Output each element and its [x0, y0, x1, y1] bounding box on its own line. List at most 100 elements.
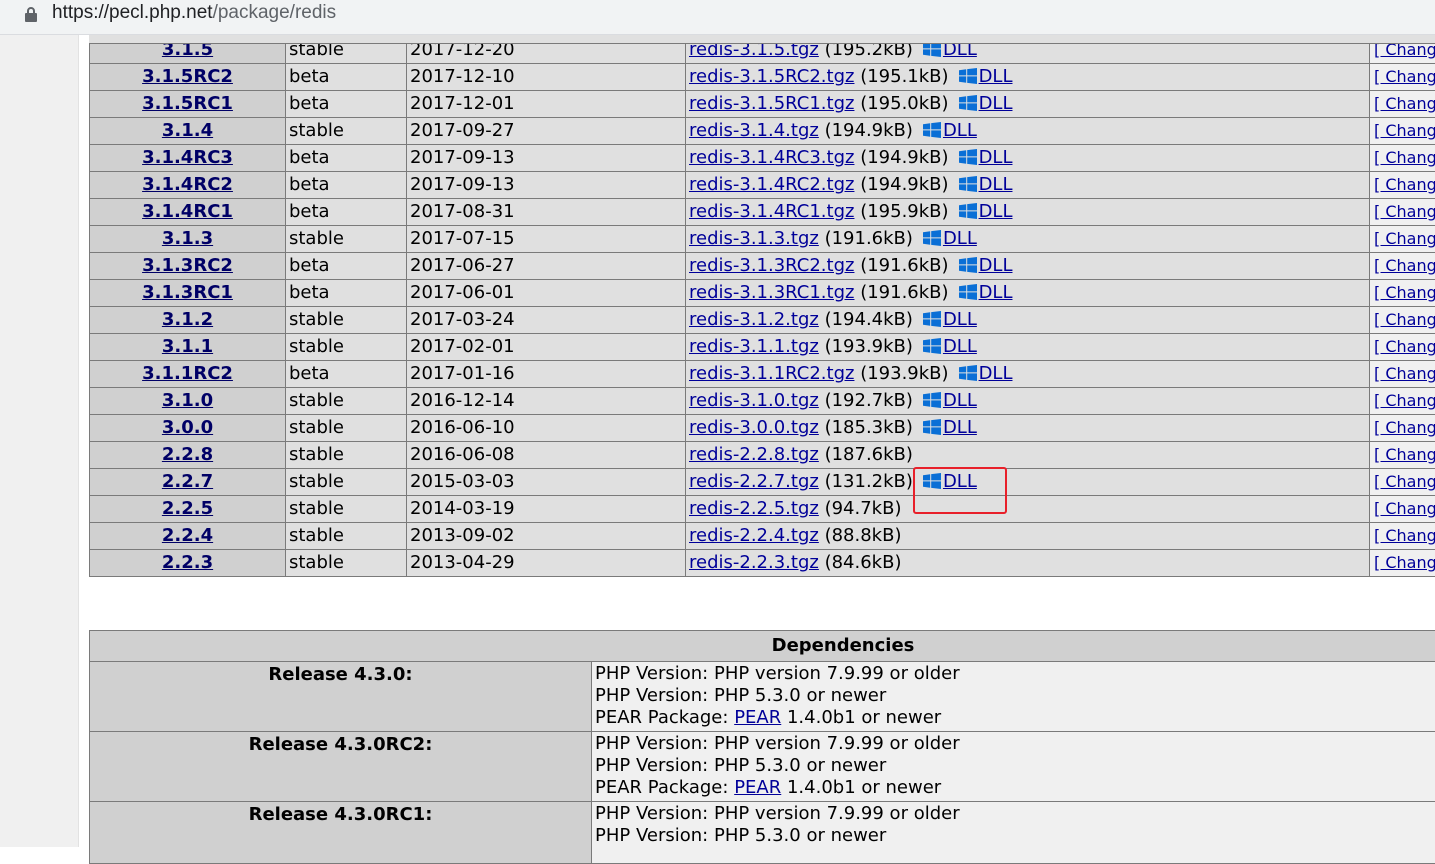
version-cell: 2.2.5 [90, 496, 286, 523]
php-min-line: PHP Version: PHP 5.3.0 or newer [595, 685, 1435, 707]
files-cell: redis-3.1.4RC2.tgz (194.9kB)DLL [686, 172, 1370, 199]
releases-table: 3.1.5stable2017-12-20redis-3.1.5.tgz (19… [89, 36, 1435, 577]
dll-link[interactable]: DLL [949, 363, 1013, 384]
url-text[interactable]: https://pecl.php.net/package/redis [52, 2, 336, 24]
tarball-link[interactable]: redis-3.1.1.tgz [689, 336, 819, 357]
release-row: 2.2.5stable2014-03-19redis-2.2.5.tgz (94… [90, 496, 1435, 523]
tarball-link[interactable]: redis-3.0.0.tgz [689, 417, 819, 438]
tarball-link[interactable]: redis-3.1.3.tgz [689, 228, 819, 249]
tarball-link[interactable]: redis-3.1.4RC3.tgz [689, 147, 854, 168]
changelog-link[interactable]: [ Chang [1374, 337, 1435, 356]
tarball-link[interactable]: redis-3.1.3RC1.tgz [689, 282, 854, 303]
changelog-link[interactable]: [ Chang [1374, 553, 1435, 572]
version-link[interactable]: 3.1.1RC2 [142, 363, 233, 384]
changelog-link[interactable]: [ Chang [1374, 499, 1435, 518]
changelog-link[interactable]: [ Chang [1374, 121, 1435, 140]
dll-link[interactable]: DLL [949, 174, 1013, 195]
dll-link[interactable]: DLL [913, 309, 977, 330]
changelog-link[interactable]: [ Chang [1374, 202, 1435, 221]
highlight-box [913, 467, 1007, 514]
dll-label: DLL [979, 93, 1013, 114]
file-size: (194.9kB) [825, 120, 913, 141]
changelog-link[interactable]: [ Chang [1374, 67, 1435, 86]
tarball-link[interactable]: redis-3.1.4.tgz [689, 120, 819, 141]
tarball-link[interactable]: redis-2.2.7.tgz [689, 471, 819, 492]
file-size: (131.2kB) [825, 471, 913, 492]
date-cell: 2016-06-08 [407, 442, 686, 469]
version-link[interactable]: 2.2.5 [162, 498, 213, 519]
tarball-link[interactable]: redis-3.1.2.tgz [689, 309, 819, 330]
changelog-cell: [ Chang [1370, 64, 1435, 91]
tarball-link[interactable]: redis-3.1.5RC2.tgz [689, 66, 854, 87]
files-cell: redis-2.2.4.tgz (88.8kB) [686, 523, 1370, 550]
version-link[interactable]: 3.0.0 [162, 417, 213, 438]
state-cell: beta [286, 91, 407, 118]
changelog-link[interactable]: [ Chang [1374, 391, 1435, 410]
changelog-link[interactable]: [ Chang [1374, 148, 1435, 167]
address-bar[interactable]: https://pecl.php.net/package/redis [0, 0, 1435, 35]
changelog-link[interactable]: [ Chang [1374, 364, 1435, 383]
version-cell: 3.1.0 [90, 388, 286, 415]
tarball-link[interactable]: redis-3.1.4RC2.tgz [689, 174, 854, 195]
version-link[interactable]: 3.1.4RC1 [142, 201, 233, 222]
pear-link[interactable]: PEAR [734, 777, 781, 798]
version-link[interactable]: 2.2.3 [162, 552, 213, 573]
tarball-link[interactable]: redis-3.1.5RC1.tgz [689, 93, 854, 114]
changelog-link[interactable]: [ Chang [1374, 256, 1435, 275]
dll-label: DLL [943, 336, 977, 357]
tarball-link[interactable]: redis-3.1.1RC2.tgz [689, 363, 854, 384]
version-link[interactable]: 3.1.4RC3 [142, 147, 233, 168]
tarball-link[interactable]: redis-3.1.4RC1.tgz [689, 201, 854, 222]
version-cell: 3.1.1 [90, 334, 286, 361]
state-cell: beta [286, 172, 407, 199]
release-name: Release 4.3.0: [90, 662, 592, 732]
file-size: (194.9kB) [860, 174, 948, 195]
dll-link[interactable]: DLL [949, 255, 1013, 276]
changelog-link[interactable]: [ Chang [1374, 472, 1435, 491]
tarball-link[interactable]: redis-3.1.0.tgz [689, 390, 819, 411]
tarball-link[interactable]: redis-2.2.5.tgz [689, 498, 819, 519]
tarball-link[interactable]: redis-2.2.4.tgz [689, 525, 819, 546]
changelog-link[interactable]: [ Chang [1374, 94, 1435, 113]
windows-icon [959, 68, 977, 84]
tarball-link[interactable]: redis-2.2.8.tgz [689, 444, 819, 465]
version-link[interactable]: 3.1.1 [162, 336, 213, 357]
version-link[interactable]: 3.1.2 [162, 309, 213, 330]
dll-link[interactable]: DLL [949, 147, 1013, 168]
release-row: 3.0.0stable2016-06-10redis-3.0.0.tgz (18… [90, 415, 1435, 442]
php-version-label: PHP Version: [595, 825, 708, 846]
dll-link[interactable]: DLL [949, 93, 1013, 114]
version-link[interactable]: 3.1.3 [162, 228, 213, 249]
dll-link[interactable]: DLL [949, 66, 1013, 87]
version-link[interactable]: 3.1.4RC2 [142, 174, 233, 195]
changelog-link[interactable]: [ Chang [1374, 526, 1435, 545]
dll-link[interactable]: DLL [913, 417, 977, 438]
state-cell: beta [286, 253, 407, 280]
tarball-link[interactable]: redis-2.2.3.tgz [689, 552, 819, 573]
version-link[interactable]: 3.1.5RC1 [142, 93, 233, 114]
url-host: https://pecl.php.net [52, 2, 213, 23]
dll-link[interactable]: DLL [913, 336, 977, 357]
version-link[interactable]: 3.1.4 [162, 120, 213, 141]
pear-link[interactable]: PEAR [734, 707, 781, 728]
changelog-link[interactable]: [ Chang [1374, 310, 1435, 329]
version-link[interactable]: 3.1.3RC2 [142, 255, 233, 276]
changelog-link[interactable]: [ Chang [1374, 283, 1435, 302]
dll-link[interactable]: DLL [913, 228, 977, 249]
version-link[interactable]: 3.1.3RC1 [142, 282, 233, 303]
changelog-link[interactable]: [ Chang [1374, 229, 1435, 248]
changelog-link[interactable]: [ Chang [1374, 418, 1435, 437]
dll-link[interactable]: DLL [913, 390, 977, 411]
version-link[interactable]: 2.2.4 [162, 525, 213, 546]
dll-link[interactable]: DLL [913, 120, 977, 141]
dll-link[interactable]: DLL [949, 201, 1013, 222]
dll-link[interactable]: DLL [949, 282, 1013, 303]
version-link[interactable]: 2.2.7 [162, 471, 213, 492]
changelog-link[interactable]: [ Chang [1374, 445, 1435, 464]
changelog-link[interactable]: [ Chang [1374, 175, 1435, 194]
tarball-link[interactable]: redis-3.1.3RC2.tgz [689, 255, 854, 276]
version-link[interactable]: 3.1.0 [162, 390, 213, 411]
version-link[interactable]: 3.1.5RC2 [142, 66, 233, 87]
release-row: 2.2.4stable2013-09-02redis-2.2.4.tgz (88… [90, 523, 1435, 550]
version-link[interactable]: 2.2.8 [162, 444, 213, 465]
